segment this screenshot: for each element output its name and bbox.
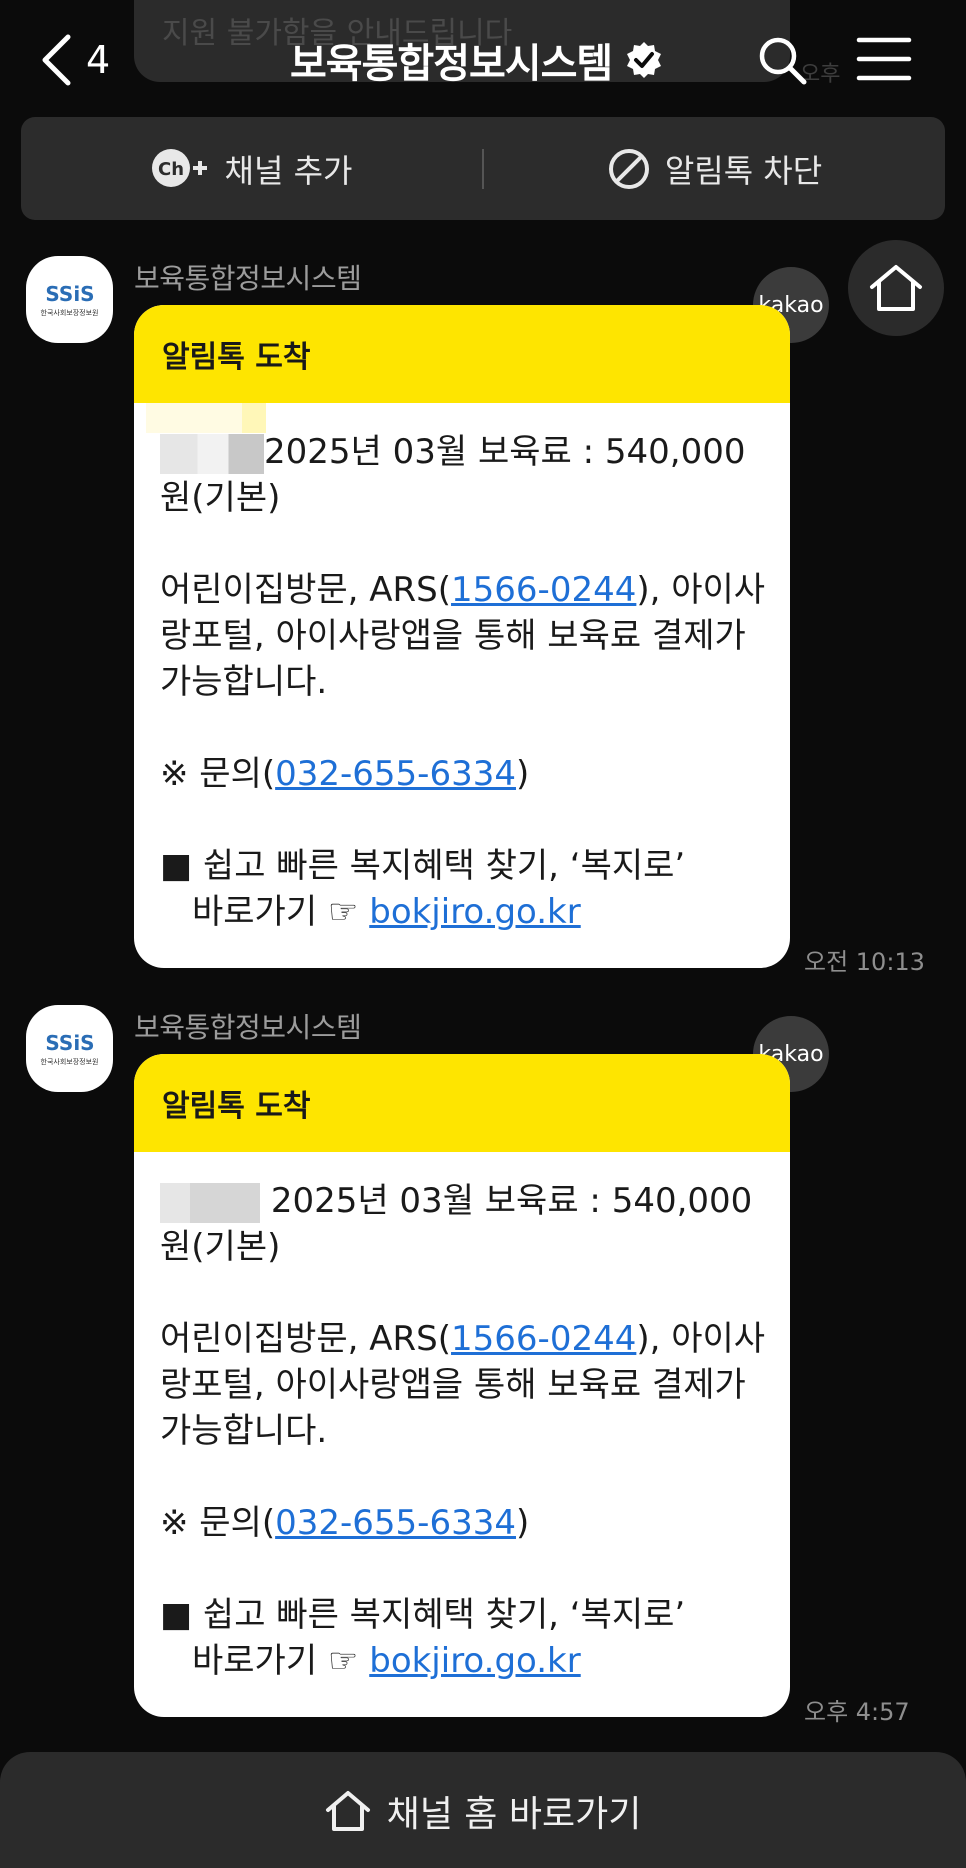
bokjiro-info: ■ 쉽고 빠른 복지혜택 찾기, ‘복지로’ 바로가기 ☞ bokjiro.go.… xyxy=(160,1595,686,1681)
bubble-header-title: 알림톡 도착 xyxy=(162,340,311,375)
inquiry-phone-link[interactable]: 032-655-6334 xyxy=(275,754,516,794)
avatar-subtitle: 한국사회보장정보원 xyxy=(40,1058,99,1066)
block-alimtalk-button[interactable]: 알림톡 차단 xyxy=(484,117,945,220)
message-time: 오전 10:13 xyxy=(804,948,925,976)
bubble-header: 알림톡 도착 xyxy=(134,305,790,403)
channel-action-bar: Ch 채널 추가 알림톡 차단 xyxy=(21,117,945,220)
add-channel-label: 채널 추가 xyxy=(224,151,353,190)
ars-phone-link[interactable]: 1566-0244 xyxy=(451,570,636,610)
ssis-logo-icon: SSiS xyxy=(45,282,94,306)
channel-home-float-button[interactable] xyxy=(848,240,944,336)
bubble-header: 알림톡 도착 xyxy=(134,1054,790,1152)
message-time: 오후 4:57 xyxy=(804,1698,910,1726)
chevron-left-icon xyxy=(42,34,71,86)
block-alimtalk-label: 알림톡 차단 xyxy=(664,151,823,190)
message-bubble[interactable]: 알림톡 도착 2025년 03월 보육료 : 540,000 원(기본) 어린이… xyxy=(134,1054,790,1717)
verified-badge-icon xyxy=(627,42,662,78)
channel-add-icon: Ch xyxy=(151,148,207,187)
fee-line: 2025년 03월 보육료 : 540,000 원(기본) xyxy=(160,1181,753,1267)
bubble-body: 2025년 03월 보육료 : 540,000 원(기본) 어린이집방문, AR… xyxy=(134,403,790,935)
add-channel-button[interactable]: Ch 채널 추가 xyxy=(21,117,482,220)
bubble-header-title: 알림톡 도착 xyxy=(162,1089,311,1124)
redacted-name xyxy=(160,1182,260,1223)
channel-home-button[interactable]: 채널 홈 바로가기 xyxy=(0,1752,966,1868)
avatar[interactable]: SSiS 한국사회보장정보원 xyxy=(26,256,113,343)
back-button[interactable]: 4 xyxy=(40,30,130,90)
channel-home-label: 채널 홈 바로가기 xyxy=(386,1794,642,1835)
redacted-name xyxy=(160,433,264,474)
message-bubble[interactable]: 알림톡 도착 2025년 03월 보육료 : 540,000 원(기본) 어린이… xyxy=(134,305,790,968)
inquiry-line: ※ 문의(032-655-6334) xyxy=(160,1503,530,1543)
block-icon xyxy=(608,148,649,189)
unread-count: 4 xyxy=(86,38,111,82)
fee-line: 2025년 03월 보육료 : 540,000 원(기본) xyxy=(160,432,746,518)
svg-text:SSiS: SSiS xyxy=(45,1031,94,1055)
chat-title-area[interactable]: 보육통합정보시스템 xyxy=(290,28,664,92)
bokjiro-info: ■ 쉽고 빠른 복지혜택 찾기, ‘복지로’ 바로가기 ☞ bokjiro.go.… xyxy=(160,846,686,932)
bokjiro-link[interactable]: bokjiro.go.kr xyxy=(369,892,580,932)
inquiry-phone-link[interactable]: 032-655-6334 xyxy=(275,1503,516,1543)
sender-name: 보육통합정보시스템 xyxy=(134,262,362,295)
bokjiro-link[interactable]: bokjiro.go.kr xyxy=(369,1641,580,1681)
bubble-body: 2025년 03월 보육료 : 540,000 원(기본) 어린이집방문, AR… xyxy=(134,1152,790,1684)
avatar[interactable]: SSiS 한국사회보장정보원 xyxy=(26,1005,113,1092)
home-icon xyxy=(870,265,922,311)
chat-title: 보육통합정보시스템 xyxy=(290,41,613,87)
menu-icon[interactable] xyxy=(856,36,912,82)
svg-text:Ch: Ch xyxy=(158,159,184,180)
chat-header: 4 보육통합정보시스템 xyxy=(0,0,966,118)
sender-name: 보육통합정보시스템 xyxy=(134,1011,362,1044)
ssis-logo-icon: SSiS xyxy=(45,1031,94,1055)
home-icon xyxy=(325,1791,370,1831)
inquiry-line: ※ 문의(032-655-6334) xyxy=(160,754,530,794)
payment-info: 어린이집방문, ARS(1566-0244), 아이사랑포털, 아이사랑앱을 통… xyxy=(160,1319,766,1451)
payment-info: 어린이집방문, ARS(1566-0244), 아이사랑포털, 아이사랑앱을 통… xyxy=(160,570,766,702)
avatar-subtitle: 한국사회보장정보원 xyxy=(40,309,99,317)
ars-phone-link[interactable]: 1566-0244 xyxy=(451,1319,636,1359)
search-icon[interactable] xyxy=(756,34,808,86)
svg-text:SSiS: SSiS xyxy=(45,282,94,306)
redacted-name-block xyxy=(146,403,266,433)
